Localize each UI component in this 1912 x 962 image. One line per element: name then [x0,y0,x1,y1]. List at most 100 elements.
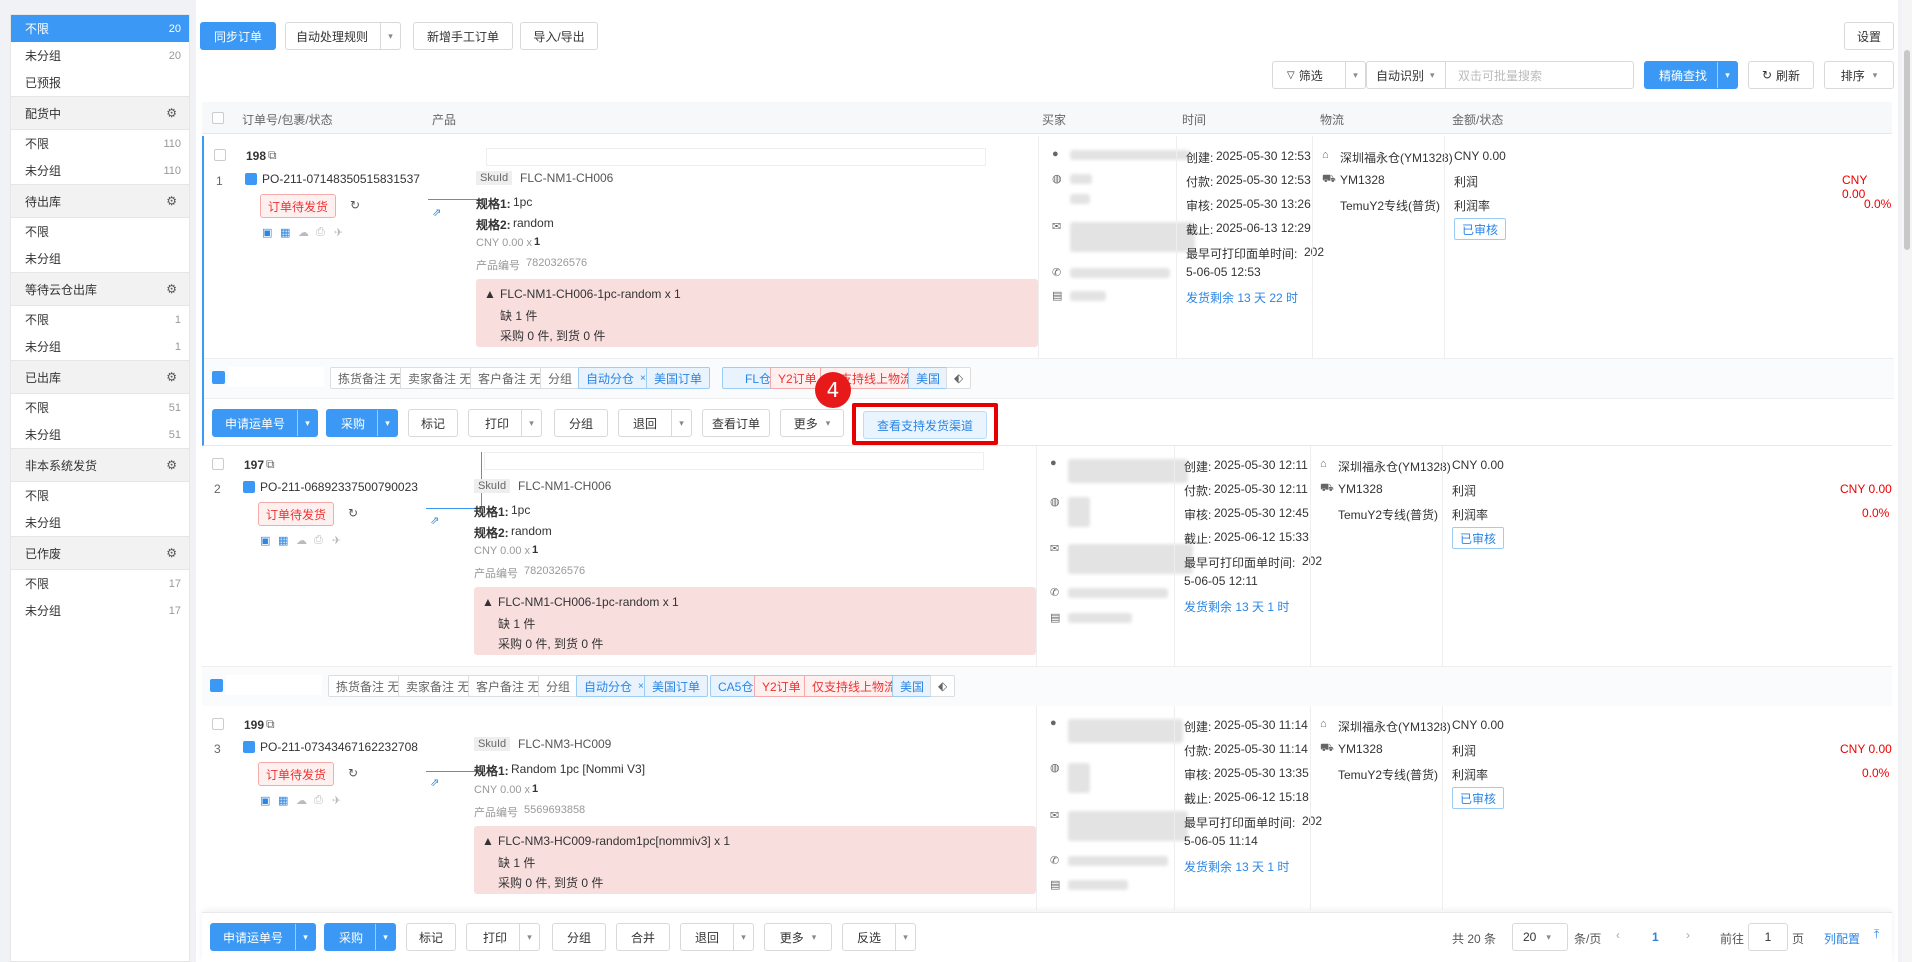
auto-warehouse-tag[interactable]: 自动分仓 × [578,367,654,389]
import-export-button[interactable]: 导入/导出 [520,22,598,50]
page-size-select[interactable]: 20 ▾ [1512,923,1568,951]
row-checkbox[interactable] [212,458,224,470]
sidebar-item-ungrouped[interactable]: 未分组 [11,245,189,272]
gift-icon[interactable]: ▦ [278,794,288,807]
mark-button[interactable]: 标记 [408,409,458,437]
search-input[interactable]: 双击可批量搜索 [1445,61,1634,89]
sidebar-item-forecast[interactable]: 已预报 [11,69,189,96]
group-button[interactable]: 分组 [552,923,606,951]
sort-button[interactable]: 排序 ▾ [1824,61,1894,89]
refresh-button[interactable]: ↻ 刷新 [1748,61,1814,89]
gift-icon[interactable]: ▦ [278,534,288,547]
pick-note-tag[interactable]: 拣货备注 无 [328,675,408,697]
plane-icon[interactable]: ✈ [332,534,341,547]
next-page-icon[interactable]: › [1686,928,1690,942]
customer-note-tag[interactable]: 客户备注 无 [468,675,548,697]
gift-icon[interactable]: ▦ [280,226,290,239]
cloud-icon[interactable]: ☁ [296,794,307,807]
chevron-down-icon[interactable]: ▾ [1717,62,1737,88]
chevron-down-icon[interactable]: ▾ [377,410,397,436]
sidebar-item-all[interactable]: 不限 [11,218,189,245]
gear-icon[interactable]: ⚙ [166,194,177,208]
auto-warehouse-tag[interactable]: 自动分仓 × [576,675,652,697]
sidebar-item-ungrouped[interactable]: 未分组 51 [11,421,189,448]
sync-orders-button[interactable]: 同步订单 [200,22,276,50]
close-icon[interactable]: × [640,373,646,384]
scrollbar-thumb[interactable] [1904,50,1910,250]
sidebar-item-all[interactable]: 不限 [11,482,189,509]
tag-icon[interactable]: ⬖ [946,367,972,389]
refresh-icon[interactable]: ↻ [350,198,360,212]
print-icon[interactable]: ⎙ [316,226,325,239]
plane-icon[interactable]: ✈ [332,794,341,807]
money-icon[interactable]: ▣ [262,226,272,239]
sidebar-item-ungrouped[interactable]: 未分组 17 [11,597,189,624]
add-manual-order-button[interactable]: 新增手工订单 [413,22,513,50]
money-icon[interactable]: ▣ [260,794,270,807]
apply-waybill-button[interactable]: 申请运单号 ▾ [210,923,316,951]
chevron-down-icon[interactable]: ▾ [521,410,541,436]
sidebar-item-all[interactable]: 不限 20 [11,15,189,42]
purchase-button[interactable]: 采购 ▾ [324,923,396,951]
group-tag[interactable]: 分组 [540,367,581,389]
chevron-down-icon[interactable]: ▾ [380,23,400,49]
sidebar-item-ungrouped[interactable]: 未分组 110 [11,157,189,184]
auto-recognize-select[interactable]: 自动识别 ▾ [1366,61,1446,89]
chevron-down-icon[interactable]: ▾ [671,410,691,436]
scrollbar[interactable] [1902,0,1912,962]
cloud-icon[interactable]: ☁ [298,226,309,239]
gear-icon[interactable]: ⚙ [166,106,177,120]
chevron-down-icon[interactable]: ▾ [733,924,753,950]
us-order-tag[interactable]: 美国订单 [644,675,709,697]
refresh-icon[interactable]: ↻ [348,766,358,780]
seller-note-tag[interactable]: 卖家备注 无 [400,367,480,389]
row-checkbox[interactable] [214,149,226,161]
us-tag[interactable]: 美国 [908,367,949,389]
chevron-down-icon[interactable]: ▾ [1345,62,1365,88]
copy-icon[interactable]: ⧉ [266,457,275,472]
sidebar-item-all[interactable]: 不限 51 [11,394,189,421]
plane-icon[interactable]: ✈ [334,226,343,239]
mark-button[interactable]: 标记 [406,923,456,951]
tag-icon[interactable]: ⬖ [930,675,956,697]
more-button[interactable]: 更多 ▾ [764,923,832,951]
print-button[interactable]: 打印 ▾ [468,409,542,437]
us-tag[interactable]: 美国 [892,675,933,697]
online-logistics-tag[interactable]: 仅支持线上物流 [804,675,905,697]
sidebar-item-all[interactable]: 不限 110 [11,130,189,157]
purchase-button[interactable]: 采购 ▾ [326,409,398,437]
select-all-checkbox[interactable] [212,112,224,124]
us-order-tag[interactable]: 美国订单 [646,367,711,389]
row-checkbox[interactable] [212,718,224,730]
chevron-down-icon[interactable]: ▾ [297,410,317,436]
print-icon[interactable]: ⎙ [314,534,323,547]
customer-note-tag[interactable]: 客户备注 无 [470,367,550,389]
return-button[interactable]: 退回 ▾ [680,923,754,951]
apply-waybill-button[interactable]: 申请运单号 ▾ [212,409,318,437]
gear-icon[interactable]: ⚙ [166,282,177,296]
column-config-link[interactable]: 列配置 [1824,930,1860,947]
sidebar-item-ungrouped[interactable]: 未分组 20 [11,42,189,69]
seller-note-tag[interactable]: 卖家备注 无 [398,675,478,697]
external-link-icon[interactable]: ⇗ [432,206,441,219]
pick-note-tag[interactable]: 拣货备注 无 [330,367,410,389]
goto-page-input[interactable]: 1 [1748,923,1788,951]
filter-button[interactable]: ▽ 筛选 ▾ [1272,61,1366,89]
y2-order-tag[interactable]: Y2订单 [754,675,809,697]
invert-selection-button[interactable]: 反选 ▾ [842,923,916,951]
copy-icon[interactable]: ⧉ [266,717,275,732]
chevron-down-icon[interactable]: ▾ [295,924,315,950]
back-to-top-icon[interactable]: ⤒ [1874,927,1879,942]
settings-button[interactable]: 设置 [1844,22,1894,50]
cloud-icon[interactable]: ☁ [296,534,307,547]
merge-button[interactable]: 合并 [616,923,670,951]
copy-icon[interactable]: ⧉ [268,148,277,163]
external-link-icon[interactable]: ⇗ [430,514,439,527]
refresh-icon[interactable]: ↻ [348,506,358,520]
gear-icon[interactable]: ⚙ [166,458,177,472]
print-icon[interactable]: ⎙ [314,794,323,807]
gear-icon[interactable]: ⚙ [166,370,177,384]
chevron-down-icon[interactable]: ▾ [519,924,539,950]
current-page[interactable]: 1 [1652,930,1659,944]
precise-search-button[interactable]: 精确查找 ▾ [1644,61,1738,89]
